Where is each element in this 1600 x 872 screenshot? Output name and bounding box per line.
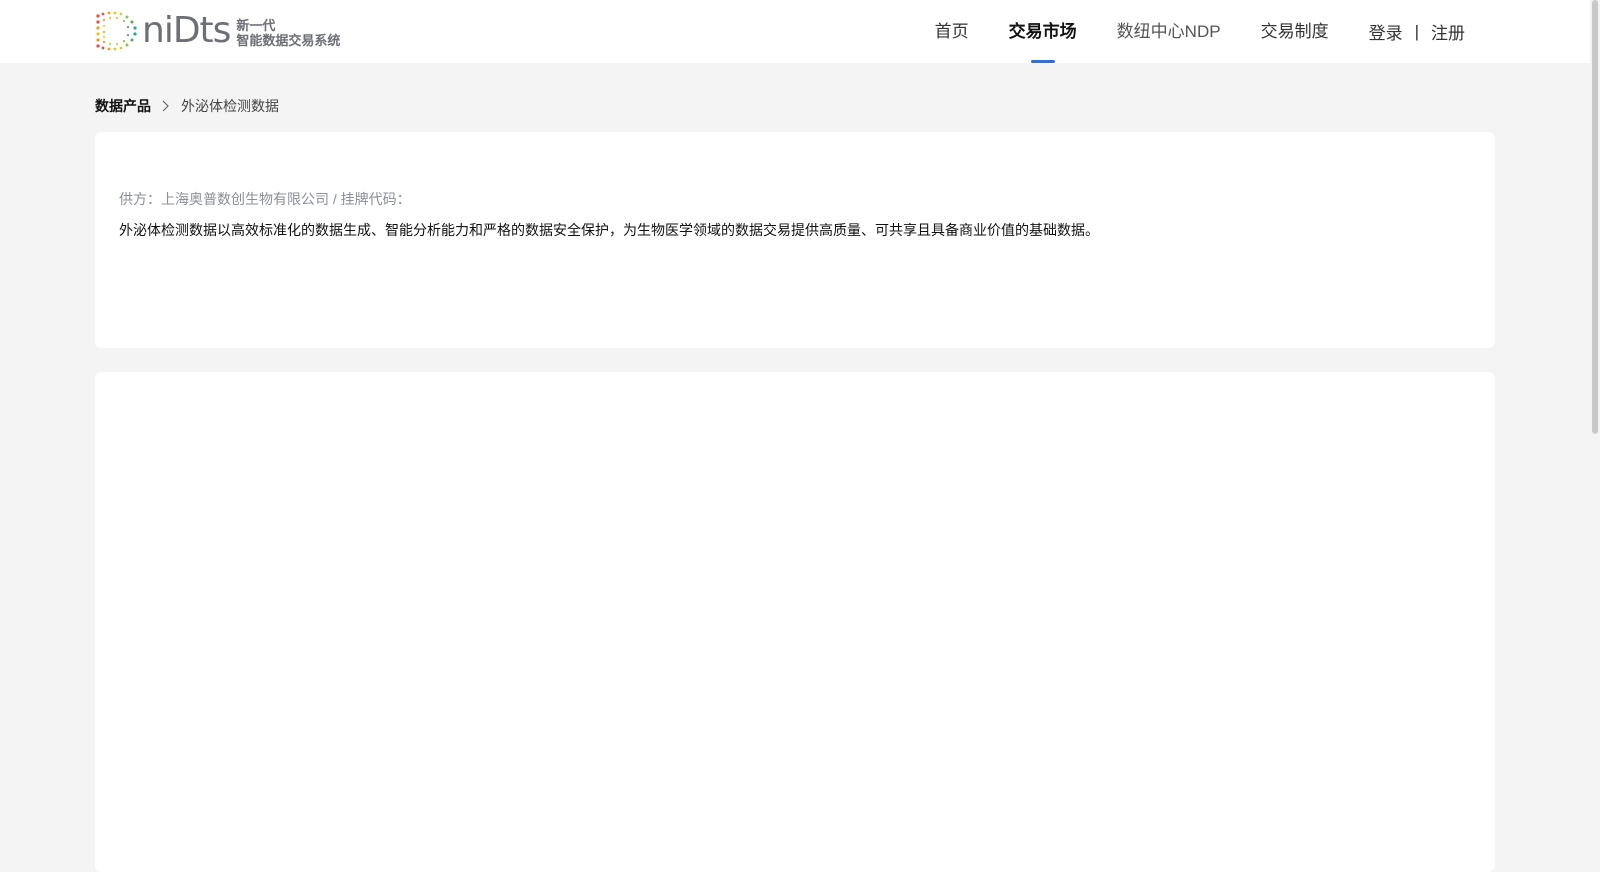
site-logo[interactable]: niDts 新一代 智能数据交易系统 bbox=[94, 10, 340, 52]
nav-item-home[interactable]: 首页 bbox=[935, 0, 969, 63]
breadcrumb-root[interactable]: 数据产品 bbox=[95, 96, 151, 116]
product-description: 外泌体检测数据以高效标准化的数据生成、智能分析能力和严格的数据安全保护，为生物医… bbox=[119, 222, 1099, 238]
page-scrollbar[interactable] bbox=[1590, 0, 1600, 861]
logo-tagline-line1: 新一代 bbox=[236, 17, 276, 33]
auth-links: 登录 | 注册 bbox=[1369, 19, 1465, 44]
breadcrumb: 数据产品 外泌体检测数据 bbox=[95, 96, 279, 116]
breadcrumb-current: 外泌体检测数据 bbox=[181, 98, 279, 114]
logo-tagline-line2: 智能数据交易系统 bbox=[236, 32, 341, 48]
scrollbar-thumb[interactable] bbox=[1592, 0, 1598, 434]
product-info-card: 供方：上海奥普数创生物有限公司 / 挂牌代码： 外泌体检测数据以高效标准化的数据… bbox=[95, 132, 1495, 348]
login-link[interactable]: 登录 bbox=[1369, 19, 1403, 44]
nav-item-rules[interactable]: 交易制度 bbox=[1261, 0, 1329, 63]
product-detail-panel bbox=[95, 372, 1495, 872]
logo-d-mark-icon bbox=[94, 10, 142, 52]
top-header: niDts 新一代 智能数据交易系统 首页 交易市场 数纽中心NDP 交易制度 … bbox=[0, 0, 1600, 63]
logo-tagline: 新一代 智能数据交易系统 bbox=[236, 15, 340, 48]
register-link[interactable]: 注册 bbox=[1431, 19, 1465, 44]
logo-wordmark: niDts bbox=[142, 10, 231, 51]
chevron-right-icon bbox=[157, 98, 173, 114]
supplier-line: 供方：上海奥普数创生物有限公司 / 挂牌代码： bbox=[119, 191, 411, 207]
nav-item-ndp[interactable]: 数纽中心NDP bbox=[1117, 0, 1221, 63]
nav-item-market[interactable]: 交易市场 bbox=[1009, 0, 1077, 63]
auth-separator: | bbox=[1414, 21, 1419, 41]
main-nav: 首页 交易市场 数纽中心NDP 交易制度 登录 | 注册 bbox=[895, 0, 1465, 63]
